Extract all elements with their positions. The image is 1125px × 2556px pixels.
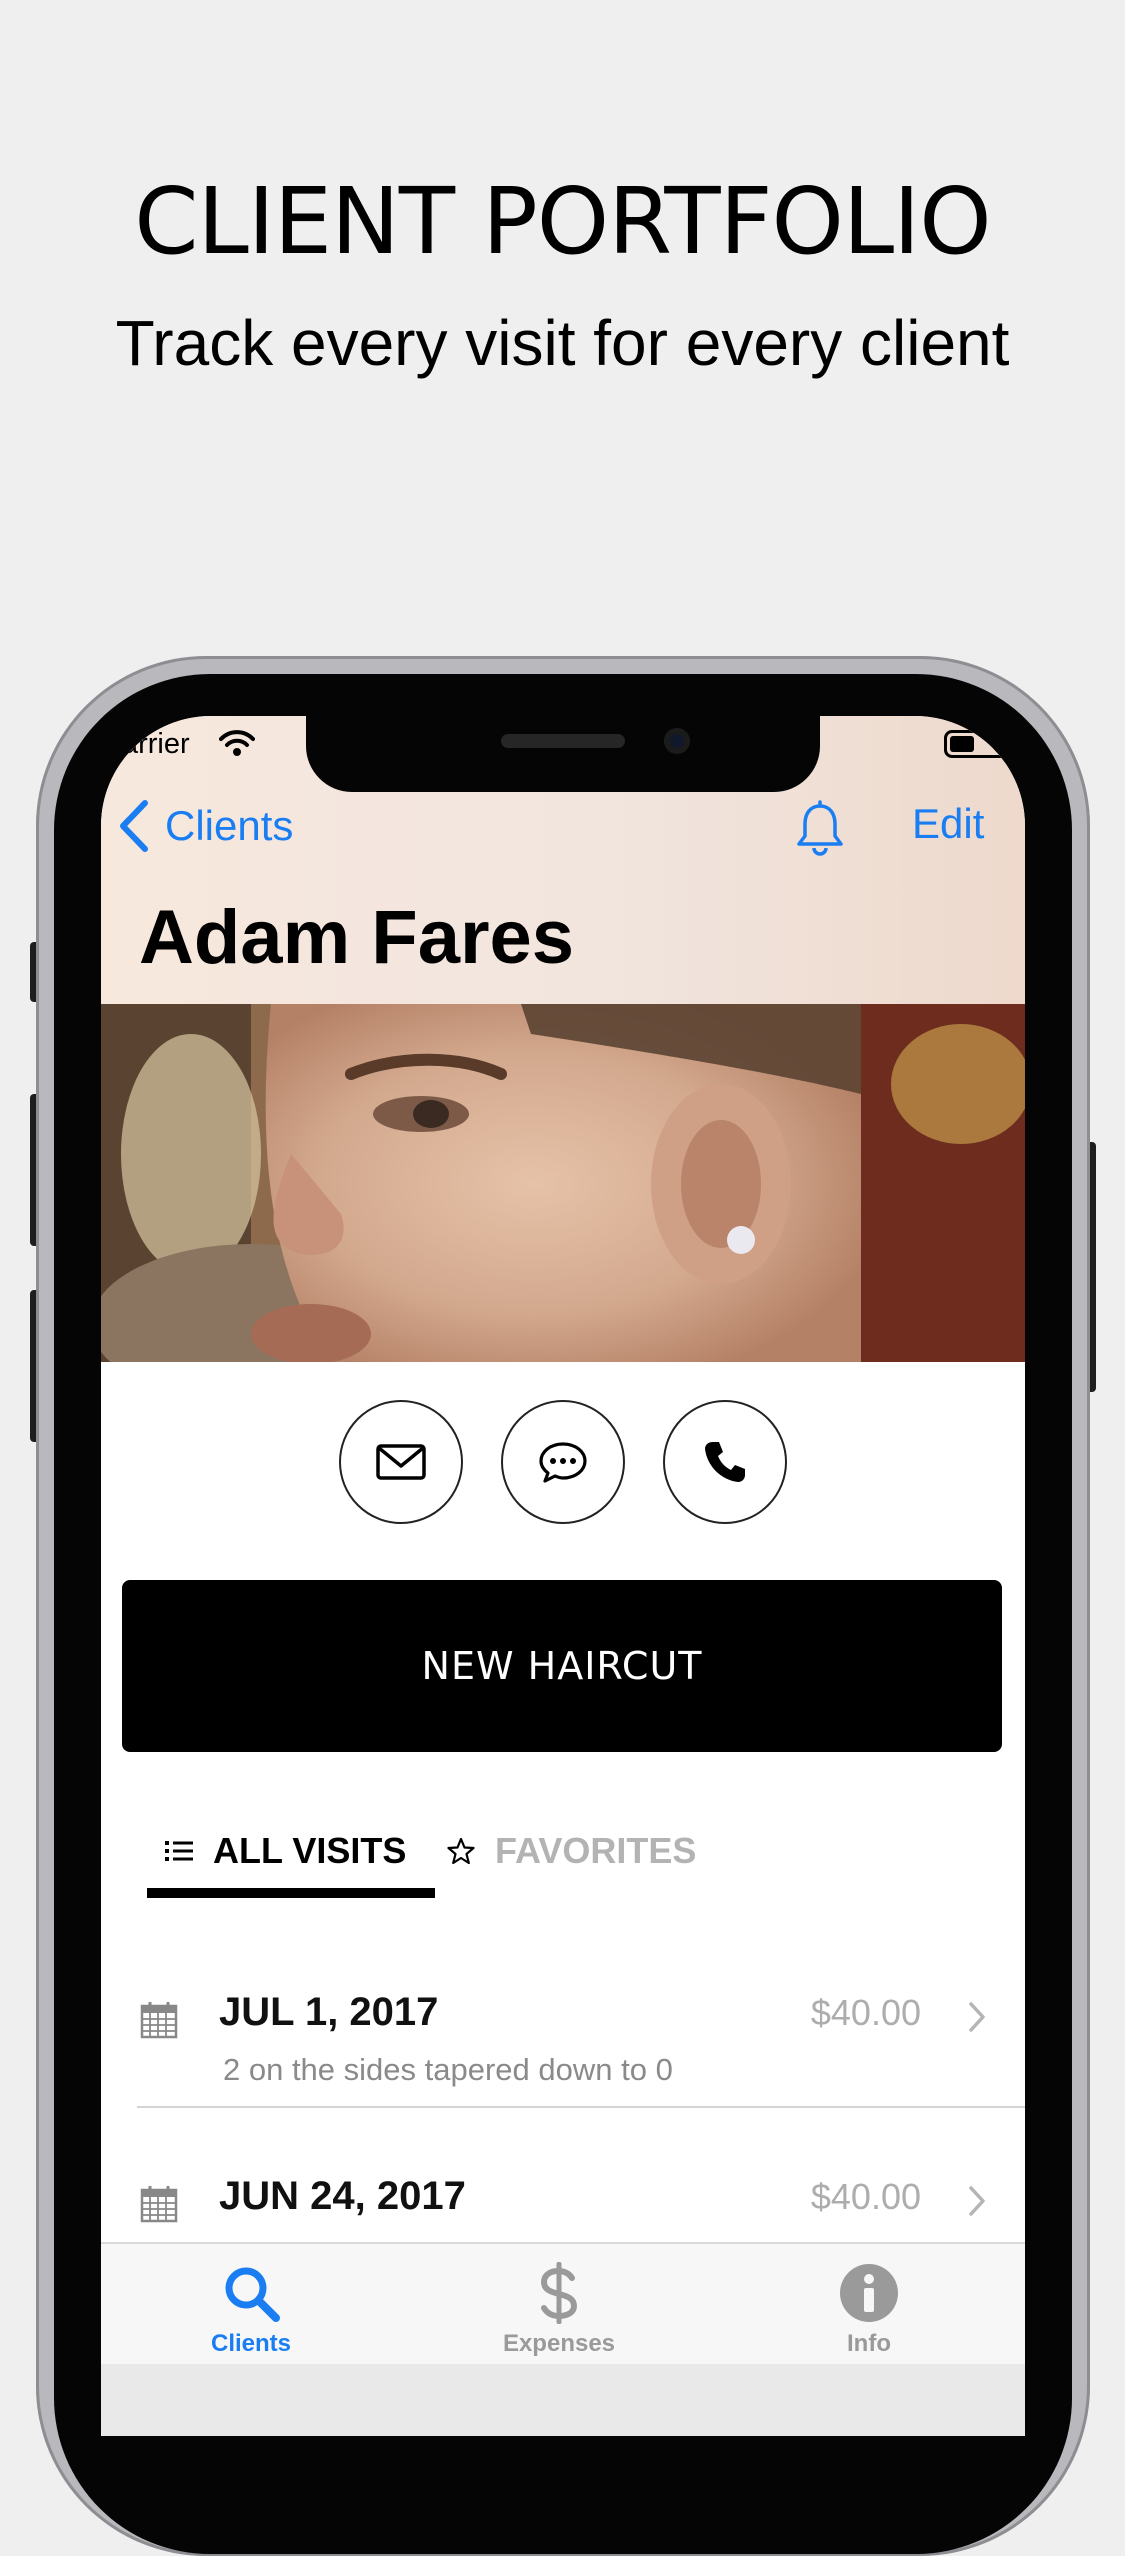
phone-speaker	[501, 734, 625, 748]
tab-bar-expenses[interactable]: Expenses	[459, 2262, 659, 2368]
client-photo	[101, 1004, 1025, 1362]
tab-all-visits[interactable]: ALL VISITS	[147, 1814, 435, 1910]
chevron-right-icon	[969, 2002, 985, 2032]
phone-camera	[664, 728, 690, 754]
tab-bar-label: Info	[847, 2330, 891, 2357]
client-photo-illustration	[101, 1004, 1025, 1362]
promo-title: CLIENT PORTFOLIO	[134, 168, 991, 275]
edit-button[interactable]: Edit	[912, 800, 984, 848]
new-haircut-button[interactable]: NEW HAIRCUT	[122, 1580, 1002, 1752]
visit-price: $40.00	[810, 2176, 921, 2217]
wifi-icon	[219, 730, 255, 756]
visit-note: 2 on the sides tapered down to 0	[223, 2052, 673, 2087]
contact-actions	[339, 1400, 787, 1524]
phone-notch	[306, 716, 820, 792]
home-indicator-area	[101, 2364, 1025, 2436]
client-name: Adam Fares	[139, 895, 575, 980]
search-icon	[225, 2267, 280, 2322]
list-icon	[165, 1841, 193, 1861]
email-button[interactable]	[339, 1400, 463, 1524]
phone-screen: Carrier Clients Edit Adam Fares NEW HAIR…	[101, 716, 1025, 2436]
back-button-label: Clients	[165, 802, 294, 849]
bell-icon[interactable]	[794, 800, 846, 856]
promo-subtitle: Track every visit for every client	[115, 307, 1010, 379]
dollar-icon	[540, 2262, 578, 2324]
message-button[interactable]	[501, 1400, 625, 1524]
call-button[interactable]	[663, 1400, 787, 1524]
carrier-label: Carrier	[101, 728, 190, 760]
visit-date: JUL 1, 2017	[219, 1990, 439, 2034]
chevron-right-icon	[969, 2186, 985, 2216]
visit-price: $40.00	[810, 1992, 921, 2033]
active-tab-indicator	[147, 1888, 435, 1898]
tab-bar-info[interactable]: Info	[769, 2262, 969, 2368]
row-divider	[137, 2106, 1025, 2108]
calendar-icon	[140, 2002, 178, 2039]
chat-bubble-icon	[539, 1442, 587, 1483]
back-button[interactable]: Clients	[117, 792, 293, 860]
envelope-icon	[376, 1444, 426, 1480]
tab-bar-label: Expenses	[502, 2330, 616, 2357]
battery-icon	[944, 730, 1012, 758]
tab-bar-clients[interactable]: Clients	[151, 2262, 351, 2368]
tab-bar-label: Clients	[210, 2330, 291, 2357]
star-icon	[447, 1837, 475, 1865]
chevron-left-icon	[120, 800, 148, 852]
visit-date: JUN 24, 2017	[219, 2174, 466, 2218]
visit-row[interactable]: JUL 1, 2017 $40.00 2 on the sides tapere…	[101, 1962, 1025, 2132]
tab-favorites-label: FAVORITES	[495, 1830, 697, 1871]
info-icon	[840, 2264, 898, 2322]
calendar-icon	[140, 2186, 178, 2223]
phone-icon	[705, 1442, 745, 1482]
tab-bar: Clients Expenses Info	[101, 2242, 1025, 2436]
tab-all-visits-label: ALL VISITS	[213, 1830, 407, 1871]
